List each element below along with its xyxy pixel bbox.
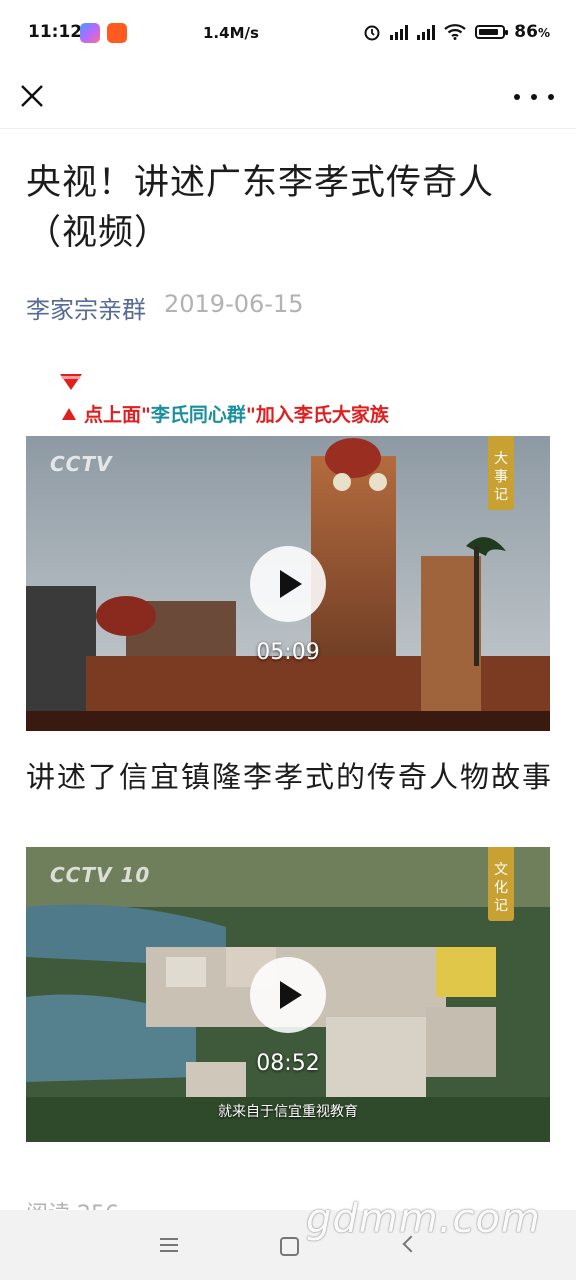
battery-icon: [475, 25, 509, 39]
channel-watermark: CCTV: [50, 452, 113, 476]
close-button[interactable]: [14, 74, 52, 118]
author-link[interactable]: 李家宗亲群: [26, 290, 146, 325]
network-speed: 1.4M/s: [203, 24, 259, 42]
battery-percent: 86%: [514, 22, 550, 42]
article-title: 央视！讲述广东李孝式传奇人（视频）: [26, 163, 495, 253]
promo-prefix: 点上面": [84, 404, 151, 426]
recent-apps-button[interactable]: [160, 1238, 178, 1256]
status-indicators: 86%: [363, 22, 550, 42]
status-time: 11:12: [28, 22, 83, 42]
hd-signal-icon: [417, 24, 436, 40]
program-badge: 大事记: [488, 436, 514, 510]
app-icon: [80, 23, 100, 43]
taobao-icon: [107, 23, 127, 43]
video-player-2[interactable]: CCTV 10 文化记 08:52 就来自于信宜重视教育: [26, 847, 550, 1142]
close-icon: [21, 85, 43, 107]
pointer-arrow-icon: [60, 374, 82, 390]
promo-group-name: 李氏同心群: [150, 404, 246, 426]
video-duration: 08:52: [256, 1051, 320, 1076]
promo-suffix: "加入李氏大家族: [245, 404, 389, 426]
more-button[interactable]: [514, 80, 554, 114]
triangle-icon: [62, 408, 76, 420]
home-button[interactable]: [280, 1237, 299, 1256]
video-duration: 05:09: [256, 640, 320, 665]
hd-signal-icon: [390, 24, 409, 40]
video-subtitle: 就来自于信宜重视教育: [218, 1104, 358, 1120]
status-bar: 11:12 1.4M/s 86%: [0, 0, 576, 66]
battery-fill: [479, 29, 499, 35]
promo-text[interactable]: 点上面"李氏同心群"加入李氏大家族: [62, 400, 389, 427]
play-button[interactable]: [250, 957, 326, 1033]
video-player-1[interactable]: CCTV 大事记 05:09: [26, 436, 550, 731]
article-meta: 李家宗亲群 2019-06-15: [26, 290, 303, 325]
more-icon: [514, 94, 520, 100]
article-nav-bar: [0, 66, 576, 129]
play-button[interactable]: [250, 546, 326, 622]
alarm-icon: [364, 25, 380, 41]
channel-watermark: CCTV 10: [50, 863, 151, 887]
article-paragraph: 讲述了信宜镇隆李孝式的传奇人物故事: [26, 760, 554, 794]
wifi-icon: [444, 24, 467, 40]
publish-date: 2019-06-15: [164, 290, 304, 318]
site-watermark: gdmm.com: [306, 1196, 541, 1242]
program-badge: 文化记: [488, 847, 514, 921]
